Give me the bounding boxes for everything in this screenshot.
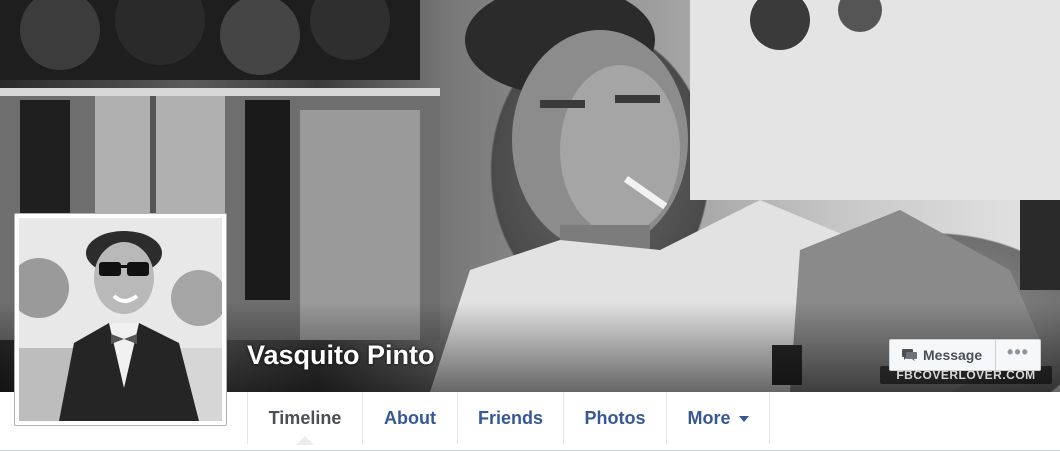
message-button[interactable]: Message — [889, 339, 996, 371]
message-icon — [902, 348, 917, 362]
tab-more[interactable]: More — [666, 392, 770, 444]
profile-tabs: Timeline About Friends Photos More — [247, 392, 770, 445]
tab-timeline[interactable]: Timeline — [247, 392, 362, 445]
ellipsis-icon: ••• — [1007, 342, 1029, 362]
tab-label: More — [687, 407, 731, 428]
caret-down-icon — [738, 416, 749, 422]
profile-name[interactable]: Vasquito Pinto — [247, 340, 435, 371]
tab-photos[interactable]: Photos — [563, 392, 666, 444]
tab-label: Photos — [584, 407, 646, 428]
profile-picture[interactable] — [14, 213, 227, 426]
tab-friends[interactable]: Friends — [457, 392, 563, 444]
more-actions-button[interactable]: ••• — [995, 339, 1041, 371]
tab-label: Friends — [477, 407, 543, 428]
tab-label: Timeline — [268, 407, 342, 428]
message-label: Message — [923, 347, 983, 363]
tab-label: About — [384, 407, 436, 428]
active-tab-pointer — [296, 436, 314, 445]
profile-picture-art — [19, 218, 222, 421]
tab-about[interactable]: About — [362, 392, 457, 444]
